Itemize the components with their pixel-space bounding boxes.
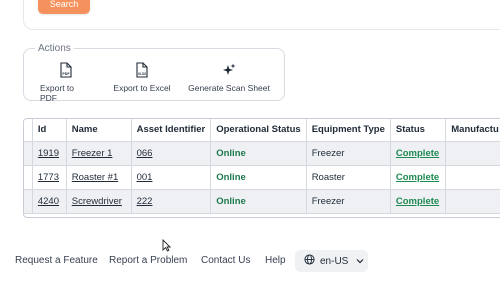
name-cell: Roaster #1: [66, 165, 132, 190]
asset-link[interactable]: 001: [137, 172, 153, 183]
row-select-cell[interactable]: [24, 165, 33, 190]
footer-link-request-feature[interactable]: Request a Feature: [15, 255, 98, 266]
asset-cell: 001: [131, 165, 212, 190]
table-row[interactable]: 4240 Screwdriver 222 Online Freezer Comp…: [24, 189, 500, 214]
column-header-operational-status[interactable]: Operational Status: [210, 119, 307, 142]
column-header-status[interactable]: Status: [390, 119, 447, 142]
asset-cell: 066: [131, 141, 212, 166]
id-link[interactable]: 1773: [38, 172, 59, 183]
export-pdf-label: Export to PDF: [40, 83, 75, 103]
operational-status-cell: Online: [210, 165, 307, 190]
table-row[interactable]: 1919 Freezer 1 066 Online Freezer Comple…: [24, 141, 500, 166]
status-link[interactable]: Complete: [396, 196, 439, 207]
column-header-manufacturer[interactable]: Manufactu: [445, 119, 500, 142]
name-link[interactable]: Roaster #1: [72, 172, 118, 183]
row-select-cell[interactable]: [24, 189, 33, 214]
status-link[interactable]: Complete: [396, 172, 439, 183]
name-link[interactable]: Screwdriver: [72, 196, 122, 207]
manufacturer-cell: [445, 189, 500, 214]
language-label: en-US: [320, 255, 349, 267]
id-link[interactable]: 1919: [38, 148, 59, 159]
export-pdf-button[interactable]: PDF Export to PDF: [40, 62, 92, 103]
equipment-type-cell: Roaster: [306, 165, 391, 190]
svg-text:PDF: PDF: [62, 72, 70, 76]
column-header-equipment-type[interactable]: Equipment Type: [306, 119, 391, 142]
table-row[interactable]: 1773 Roaster #1 001 Online Roaster Compl…: [24, 165, 500, 190]
status-cell: Complete: [390, 141, 447, 166]
column-header-name[interactable]: Name: [66, 119, 132, 142]
footer-link-help[interactable]: Help: [265, 255, 286, 266]
select-column-header: [24, 119, 33, 142]
id-cell: 4240: [32, 189, 67, 214]
export-excel-label: Export to Excel: [113, 83, 171, 93]
asset-link[interactable]: 066: [137, 148, 153, 159]
column-header-id[interactable]: Id: [32, 119, 67, 142]
equipment-type-cell: Freezer: [306, 189, 391, 214]
svg-text:XLSX: XLSX: [138, 72, 147, 76]
equipment-type-cell: Freezer: [306, 141, 391, 166]
status-cell: Complete: [390, 189, 447, 214]
name-link[interactable]: Freezer 1: [72, 148, 113, 159]
status-cell: Complete: [390, 165, 447, 190]
id-cell: 1773: [32, 165, 67, 190]
sparkle-icon: [222, 62, 236, 78]
status-link[interactable]: Complete: [396, 148, 439, 159]
equipment-table: Id Name Asset Identifier Operational Sta…: [23, 118, 500, 218]
language-selector[interactable]: en-US: [295, 250, 368, 272]
globe-icon: [304, 254, 315, 268]
search-panel: [23, 0, 500, 30]
operational-status-cell: Online: [210, 189, 307, 214]
name-cell: Freezer 1: [66, 141, 132, 166]
row-select-cell[interactable]: [24, 141, 33, 166]
generate-scan-sheet-label: Generate Scan Sheet: [188, 83, 270, 93]
pdf-file-icon: PDF: [59, 62, 73, 78]
actions-legend: Actions: [35, 43, 74, 54]
chevron-down-icon: [356, 256, 364, 267]
operational-status-cell: Online: [210, 141, 307, 166]
manufacturer-cell: [445, 165, 500, 190]
mouse-cursor-icon: [162, 238, 172, 257]
export-excel-button[interactable]: XLSX Export to Excel: [112, 62, 172, 93]
name-cell: Screwdriver: [66, 189, 132, 214]
footer-link-contact-us[interactable]: Contact Us: [201, 255, 250, 266]
column-header-asset-identifier[interactable]: Asset Identifier: [131, 119, 212, 142]
footer-link-report-problem[interactable]: Report a Problem: [109, 255, 187, 266]
search-button[interactable]: Search: [38, 0, 90, 14]
manufacturer-cell: [445, 141, 500, 166]
asset-cell: 222: [131, 189, 212, 214]
xlsx-file-icon: XLSX: [135, 62, 149, 78]
generate-scan-sheet-button[interactable]: Generate Scan Sheet: [188, 62, 270, 93]
table-header-row: Id Name Asset Identifier Operational Sta…: [24, 119, 500, 142]
id-cell: 1919: [32, 141, 67, 166]
asset-link[interactable]: 222: [137, 196, 153, 207]
id-link[interactable]: 4240: [38, 196, 59, 207]
